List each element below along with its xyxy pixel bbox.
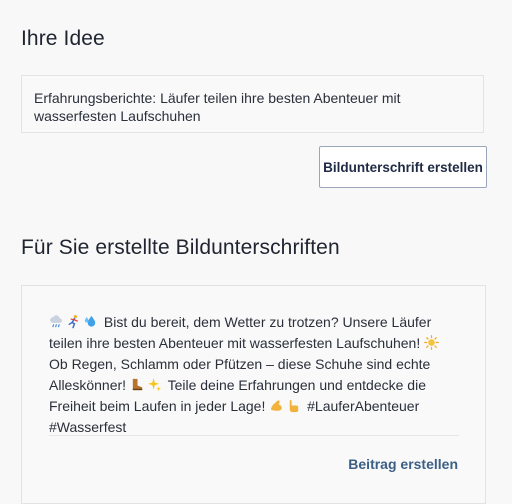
caption-divider	[49, 435, 459, 436]
sun-icon	[424, 335, 439, 350]
cloud-rain-icon	[50, 315, 62, 328]
caption-card: Bist du bereit, dem Wetter zu trotzen? U…	[21, 285, 486, 504]
splash-icon	[84, 315, 96, 327]
caption-text-part-1: Bist du bereit, dem Wetter zu trotzen? U…	[49, 314, 432, 351]
runner-icon	[68, 314, 78, 329]
sparkles-icon	[147, 377, 161, 392]
create-post-button[interactable]: Beitrag erstellen	[348, 456, 458, 472]
generate-caption-button[interactable]: Bildunterschrift erstellen	[319, 146, 487, 188]
caption-text: Bist du bereit, dem Wetter zu trotzen? U…	[49, 312, 461, 438]
boot-icon	[132, 378, 143, 391]
captions-section-title: Für Sie erstellte Bildunterschriften	[21, 236, 340, 259]
flexed-biceps-icon	[271, 400, 282, 411]
pointing-icon	[290, 400, 299, 413]
idea-section-title: Ihre Idee	[21, 27, 105, 50]
idea-text-box[interactable]: Erfahrungsberichte: Läufer teilen ihre b…	[21, 75, 484, 133]
